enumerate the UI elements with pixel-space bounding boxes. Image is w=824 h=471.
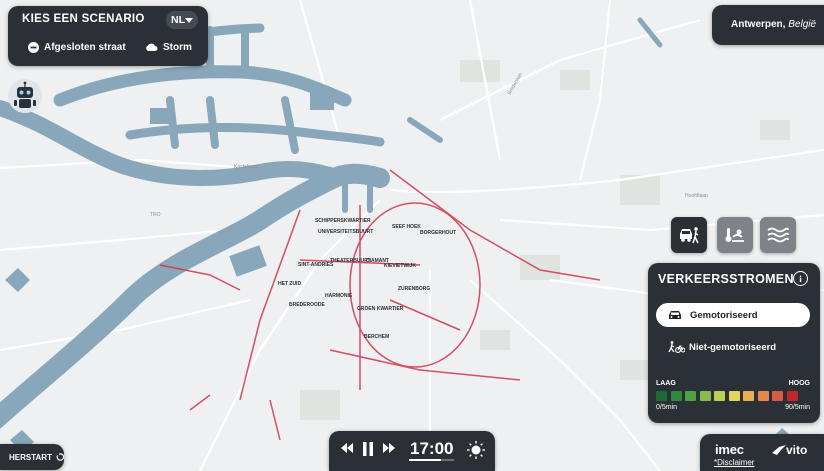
chevron-down-icon xyxy=(185,17,193,23)
svg-text:TRO: TRO xyxy=(150,212,161,218)
car-icon xyxy=(669,310,681,319)
storm-option[interactable]: Storm xyxy=(145,42,192,53)
traffic-flows-panel: VERKEERSSTROMEN i Gemotoriseerd Niet-gem… xyxy=(648,263,820,423)
skip-forward-icon[interactable] xyxy=(383,443,395,453)
closed-street-option[interactable]: Afgesloten straat xyxy=(28,42,126,53)
location-city: Antwerpen, xyxy=(731,19,786,30)
non-motorized-label: Niet-gemotoriseerd xyxy=(689,341,777,353)
legend-swatch xyxy=(728,391,740,401)
vito-text: vito xyxy=(786,443,808,457)
assistant-robot-avatar[interactable] xyxy=(8,79,42,113)
partner-logos: imec vito *Disclaimer xyxy=(700,434,824,471)
legend-swatch xyxy=(772,391,783,401)
district-label: SCHIPPERSKWARTIER xyxy=(315,218,371,224)
language-label: NL xyxy=(171,14,185,26)
time-progress-fill xyxy=(409,459,442,461)
heat-icon xyxy=(725,228,744,242)
legend-swatch xyxy=(699,391,711,401)
current-time: 17:00 xyxy=(410,439,454,458)
district-label: HARMONIE xyxy=(325,293,353,299)
traffic-title: VERKEERSSTROMEN xyxy=(658,272,794,286)
language-selector[interactable]: NL xyxy=(166,11,198,29)
legend-low-label: LAAG xyxy=(656,380,676,387)
cloud-icon xyxy=(146,43,158,51)
district-label: BORGERHOUT xyxy=(420,230,456,236)
location-country: België xyxy=(788,19,817,30)
sun-icon[interactable] xyxy=(467,441,485,459)
svg-text:Kastelweg: Kastelweg xyxy=(234,164,257,170)
district-label: GROEN KWARTIER xyxy=(357,306,404,312)
restart-icon xyxy=(56,452,64,461)
mode-water-button[interactable] xyxy=(760,217,796,253)
district-label: THEATERBUURT xyxy=(330,258,371,264)
district-label: KIEVIETWIJK xyxy=(384,263,416,269)
pause-icon[interactable] xyxy=(362,442,374,456)
svg-text:Hoofdlaan: Hoofdlaan xyxy=(685,193,708,199)
scenario-title: KIES EEN SCENARIO xyxy=(22,13,145,25)
restart-label: HERSTART xyxy=(9,452,52,462)
info-icon[interactable]: i xyxy=(793,271,808,286)
legend-swatch xyxy=(714,391,725,401)
district-label: ZURENBORG xyxy=(398,286,430,292)
mode-heat-button[interactable] xyxy=(717,217,753,253)
legend-min-value: 0/5min xyxy=(656,404,678,411)
water-icon xyxy=(767,227,789,243)
legend-swatch xyxy=(685,391,696,401)
legend-color-scale xyxy=(656,391,798,401)
legend-high-label: HOOG xyxy=(788,380,810,387)
legend-swatch xyxy=(786,391,798,401)
district-label: HET ZUID xyxy=(278,281,301,287)
location-panel: Antwerpen, België xyxy=(712,5,824,45)
scenario-panel: KIES EEN SCENARIO NL Afgesloten straat S… xyxy=(8,6,208,66)
legend-swatch xyxy=(743,391,754,401)
restart-button[interactable]: HERSTART xyxy=(0,444,64,470)
district-label: BERCHEM xyxy=(364,334,389,340)
legend-swatch xyxy=(757,391,769,401)
mode-traffic-button[interactable] xyxy=(671,217,707,253)
storm-label: Storm xyxy=(163,42,192,53)
district-label: SEEF HOEK xyxy=(392,224,421,230)
disclaimer-link[interactable]: *Disclaimer xyxy=(714,458,754,467)
skip-back-icon[interactable] xyxy=(341,443,353,453)
closed-street-label: Afgesloten straat xyxy=(44,42,126,53)
legend-max-value: 90/5min xyxy=(785,404,810,411)
legend-swatch xyxy=(656,391,667,401)
motorized-label: Gemotoriseerd xyxy=(690,309,758,321)
time-progress-bar[interactable] xyxy=(409,459,454,461)
robot-icon xyxy=(14,81,36,108)
district-label: UNIVERSITEITSBUURT xyxy=(318,229,373,235)
non-motorized-button[interactable]: Niet-gemotoriseerd xyxy=(656,335,810,359)
vito-bird-icon xyxy=(772,445,786,455)
location-text: Antwerpen, België xyxy=(731,19,816,30)
imec-logo: imec xyxy=(715,442,744,457)
legend-swatch xyxy=(670,391,682,401)
time-player: 17:00 xyxy=(329,431,495,471)
pedestrian-bike-icon xyxy=(668,341,685,353)
traffic-icon xyxy=(680,227,699,244)
vito-logo: vito xyxy=(772,443,807,457)
minus-circle-icon xyxy=(28,42,39,53)
district-label: BREDEROODE xyxy=(289,302,326,308)
district-label: SINT-ANDRIES xyxy=(298,262,334,268)
motorized-button[interactable]: Gemotoriseerd xyxy=(656,303,810,327)
